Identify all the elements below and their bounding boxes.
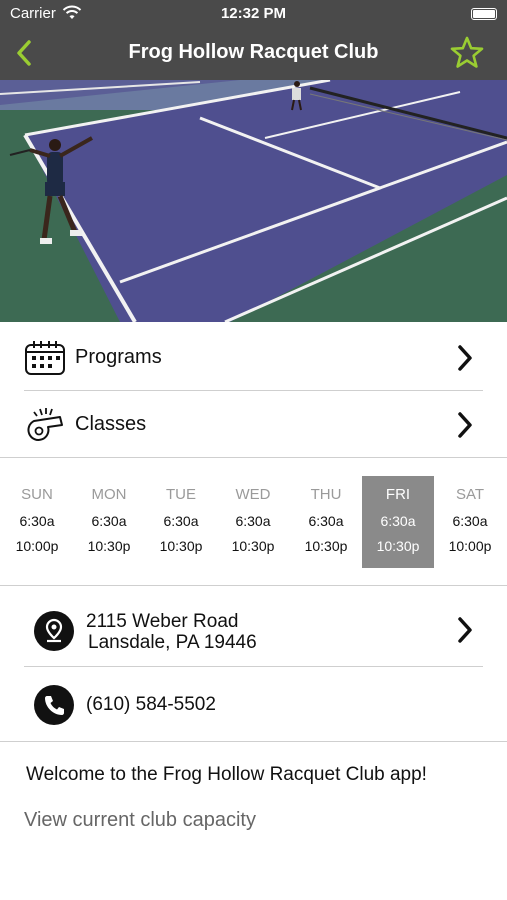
hours-day-tue: TUE 6:30a 10:30p — [145, 476, 217, 568]
close-time: 10:30p — [87, 538, 131, 554]
hours-day-thu: THU 6:30a 10:30p — [290, 476, 362, 568]
address-row[interactable]: 2115 Weber Road Lansdale, PA 19446 — [24, 586, 483, 667]
address-line2: Lansdale, PA 19446 — [88, 632, 257, 653]
day-name: THU — [310, 486, 342, 503]
chevron-right-icon — [458, 617, 472, 643]
close-time: 10:30p — [304, 538, 348, 554]
open-time: 6:30a — [91, 513, 127, 529]
welcome-message: Welcome to the Frog Hollow Racquet Club … — [26, 764, 427, 785]
hours-strip: SUN 6:30a 10:00p MON 6:30a 10:30p TUE 6:… — [0, 457, 507, 586]
whistle-icon — [27, 408, 63, 441]
programs-row[interactable]: Programs — [24, 324, 483, 391]
hours-day-wed: WED 6:30a 10:30p — [217, 476, 289, 568]
back-chevron-icon[interactable] — [10, 34, 44, 72]
phone-number: (610) 584-5502 — [86, 694, 216, 715]
close-time: 10:00p — [448, 538, 492, 554]
chevron-right-icon — [458, 412, 472, 438]
day-name: TUE — [166, 486, 196, 503]
status-bar: Carrier 12:32 PM — [0, 0, 507, 28]
open-time: 6:30a — [380, 513, 416, 529]
open-time: 6:30a — [163, 513, 199, 529]
open-time: 6:30a — [452, 513, 488, 529]
open-time: 6:30a — [19, 513, 55, 529]
day-name: SAT — [455, 486, 485, 503]
day-name: MON — [91, 486, 127, 503]
open-time: 6:30a — [235, 513, 271, 529]
top-bar: Carrier 12:32 PM Frog Hollow Racquet Clu… — [0, 0, 507, 80]
day-name: WED — [235, 486, 271, 503]
club-capacity-link[interactable]: View current club capacity — [24, 809, 256, 832]
club-hero-image — [0, 80, 507, 322]
nav-bar: Frog Hollow Racquet Club — [0, 28, 507, 80]
close-time: 10:30p — [159, 538, 203, 554]
address-line1: 2115 Weber Road — [86, 611, 239, 632]
day-name: FRI — [385, 486, 411, 503]
classes-row[interactable]: Classes — [24, 391, 483, 457]
phone-icon — [34, 685, 74, 725]
close-time: 10:30p — [376, 538, 420, 554]
close-time: 10:30p — [231, 538, 275, 554]
divider — [0, 741, 507, 742]
calendar-icon — [25, 341, 65, 375]
hours-day-sat: SAT 6:30a 10:00p — [434, 476, 506, 568]
open-time: 6:30a — [308, 513, 344, 529]
location-pin-icon — [34, 611, 74, 651]
phone-row[interactable]: (610) 584-5502 — [24, 667, 483, 741]
battery-icon — [471, 8, 497, 20]
classes-label: Classes — [75, 413, 147, 435]
hours-day-mon: MON 6:30a 10:30p — [73, 476, 145, 568]
clock-label: 12:32 PM — [220, 5, 287, 22]
address-text: 2115 Weber Road Lansdale, PA 19446 — [86, 611, 257, 653]
programs-label: Programs — [75, 346, 162, 368]
page-title: Frog Hollow Racquet Club — [128, 41, 379, 63]
hours-day-fri-today: FRI 6:30a 10:30p — [362, 476, 434, 568]
favorite-star-icon[interactable] — [449, 35, 485, 71]
day-name: SUN — [21, 486, 53, 503]
chevron-right-icon — [458, 345, 472, 371]
hours-day-sun: SUN 6:30a 10:00p — [1, 476, 73, 568]
close-time: 10:00p — [15, 538, 59, 554]
